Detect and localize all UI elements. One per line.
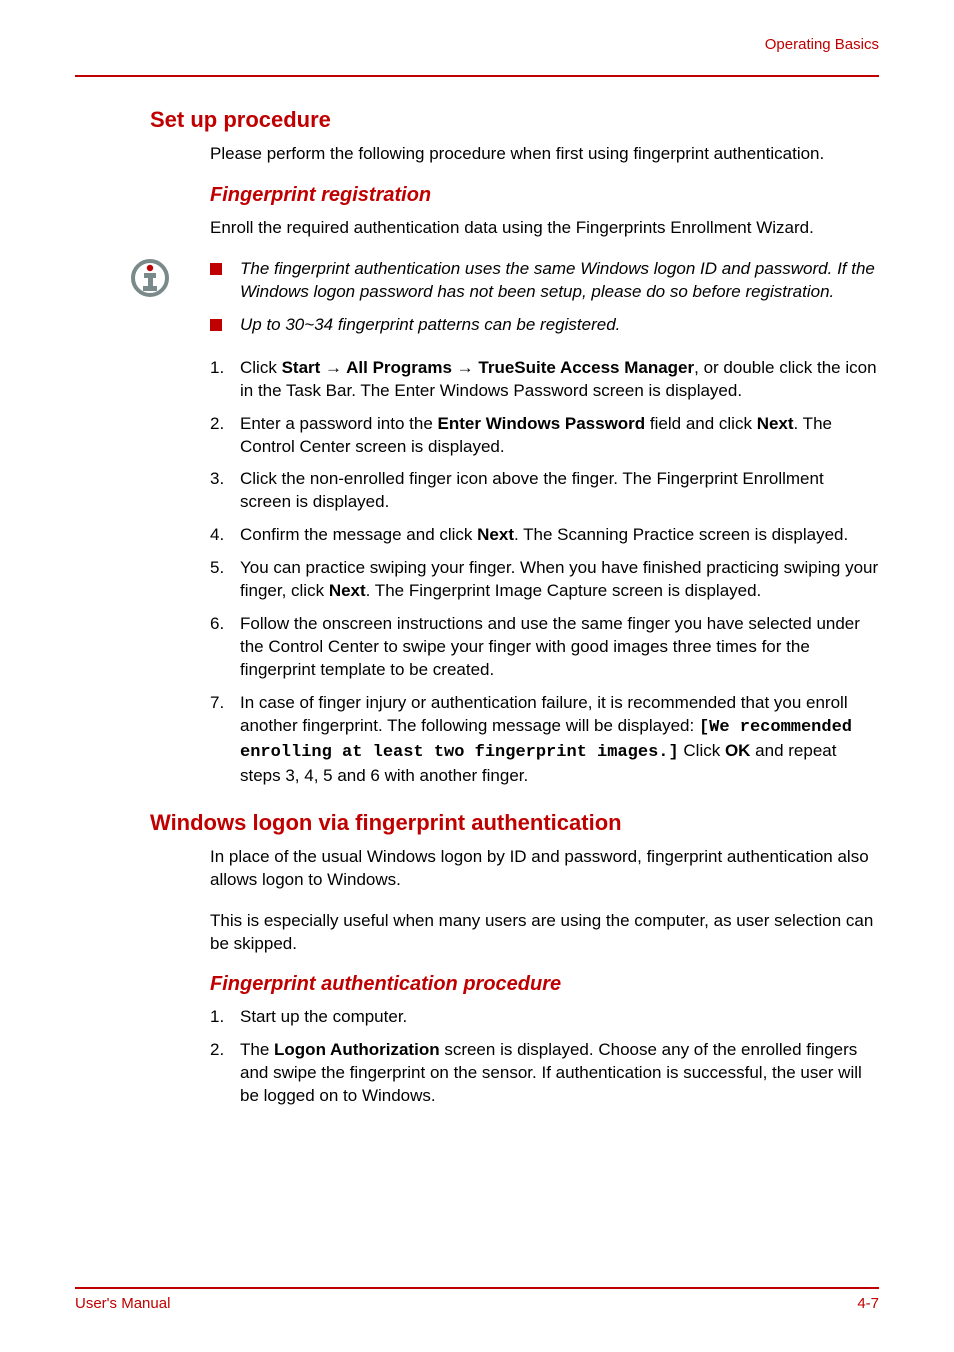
footer: User's Manual 4-7 bbox=[75, 1287, 879, 1312]
header-rule bbox=[75, 75, 879, 77]
step-body: The Logon Authorization screen is displa… bbox=[240, 1039, 879, 1108]
step-number: 1. bbox=[210, 357, 240, 403]
list-item: 1. Start up the computer. bbox=[210, 1006, 879, 1029]
step-body: Click Start → All Programs → TrueSuite A… bbox=[240, 357, 879, 403]
page: Operating Basics Set up procedure Please… bbox=[0, 0, 954, 1352]
note-list: The fingerprint authentication uses the … bbox=[210, 258, 879, 347]
step-number: 5. bbox=[210, 557, 240, 603]
content: Set up procedure Please perform the foll… bbox=[75, 107, 879, 1108]
heading-setup-procedure: Set up procedure bbox=[150, 107, 879, 133]
step-body: Start up the computer. bbox=[240, 1006, 879, 1029]
footer-rule bbox=[75, 1287, 879, 1289]
step-number: 6. bbox=[210, 613, 240, 682]
list-item: 6. Follow the onscreen instructions and … bbox=[210, 613, 879, 682]
heading-windows-logon: Windows logon via fingerprint authentica… bbox=[150, 810, 879, 836]
list-item: 7. In case of finger injury or authentic… bbox=[210, 692, 879, 788]
list-item: 5. You can practice swiping your finger.… bbox=[210, 557, 879, 603]
step-body: In case of finger injury or authenticati… bbox=[240, 692, 879, 788]
list-item: 2. Enter a password into the Enter Windo… bbox=[210, 413, 879, 459]
note-item: Up to 30~34 fingerprint patterns can be … bbox=[210, 314, 879, 337]
step-number: 2. bbox=[210, 413, 240, 459]
step-number: 3. bbox=[210, 468, 240, 514]
header-section: Operating Basics bbox=[75, 36, 879, 53]
logon-p2: This is especially useful when many user… bbox=[210, 910, 879, 956]
step-number: 1. bbox=[210, 1006, 240, 1029]
step-body: Confirm the message and click Next. The … bbox=[240, 524, 879, 547]
step-number: 4. bbox=[210, 524, 240, 547]
heading-fingerprint-registration: Fingerprint registration bbox=[210, 184, 879, 207]
note-item: The fingerprint authentication uses the … bbox=[210, 258, 879, 304]
footer-left: User's Manual bbox=[75, 1295, 170, 1312]
logon-p1: In place of the usual Windows logon by I… bbox=[210, 846, 879, 892]
list-item: 1. Click Start → All Programs → TrueSuit… bbox=[210, 357, 879, 403]
step-body: You can practice swiping your finger. Wh… bbox=[240, 557, 879, 603]
list-item: 4. Confirm the message and click Next. T… bbox=[210, 524, 879, 547]
step-number: 7. bbox=[210, 692, 240, 788]
heading-auth-procedure: Fingerprint authentication procedure bbox=[210, 973, 879, 996]
bullet-icon bbox=[210, 319, 222, 331]
auth-steps: 1. Start up the computer. 2. The Logon A… bbox=[210, 1006, 879, 1108]
note-block: The fingerprint authentication uses the … bbox=[130, 258, 879, 347]
list-item: 2. The Logon Authorization screen is dis… bbox=[210, 1039, 879, 1108]
note-text: Up to 30~34 fingerprint patterns can be … bbox=[240, 314, 620, 337]
note-text: The fingerprint authentication uses the … bbox=[240, 258, 879, 304]
footer-page-number: 4-7 bbox=[857, 1295, 879, 1312]
setup-intro: Please perform the following procedure w… bbox=[210, 143, 879, 166]
step-body: Follow the onscreen instructions and use… bbox=[240, 613, 879, 682]
info-icon bbox=[130, 258, 170, 298]
bullet-icon bbox=[210, 263, 222, 275]
registration-steps: 1. Click Start → All Programs → TrueSuit… bbox=[210, 357, 879, 788]
step-number: 2. bbox=[210, 1039, 240, 1108]
registration-intro: Enroll the required authentication data … bbox=[210, 217, 879, 240]
list-item: 3. Click the non-enrolled finger icon ab… bbox=[210, 468, 879, 514]
step-body: Enter a password into the Enter Windows … bbox=[240, 413, 879, 459]
step-body: Click the non-enrolled finger icon above… bbox=[240, 468, 879, 514]
